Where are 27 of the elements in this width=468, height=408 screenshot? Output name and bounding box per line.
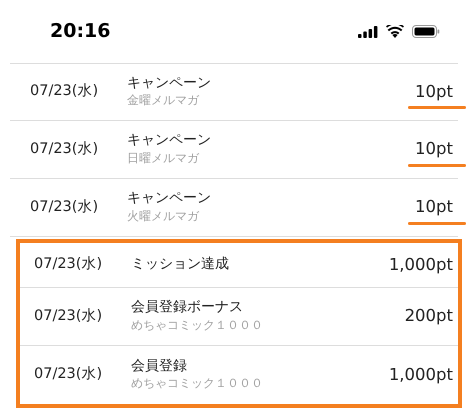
history-date: 07/23(水) [34,308,102,324]
points-amount: 10pt [415,80,453,103]
history-subtitle: めちゃコミック１０００ [131,316,263,334]
history-title: キャンペーン [127,74,211,92]
history-date: 07/23(水) [34,366,102,382]
history-subtitle: 金曜メルマガ [127,92,200,110]
history-subtitle: めちゃコミック１０００ [131,375,263,392]
points-amount: 1,000pt [388,254,453,276]
signal-icon [358,26,378,38]
points-amount: 10pt [415,138,453,160]
history-title: ミッション達成 [131,256,229,274]
history-subtitle: 火曜メルマガ [127,208,200,225]
history-subtitle: 日曜メルマガ [127,150,200,167]
points-amount: 10pt [415,196,453,218]
battery-icon [412,25,440,38]
history-date: 07/23(水) [34,256,102,272]
history-date: 07/23(水) [30,198,98,215]
history-title: 会員登録 [131,358,188,376]
wifi-icon [386,25,404,38]
status-time: 20:16 [50,19,110,44]
history-title: 会員登録ボーナス [131,299,244,317]
history-date: 07/23(水) [30,83,98,100]
history-title: キャンペーン [127,190,211,208]
history-date: 07/23(水) [30,140,98,157]
points-amount: 200pt [404,305,453,328]
history-title: キャンペーン [127,132,211,150]
points-amount: 1,000pt [388,364,453,386]
